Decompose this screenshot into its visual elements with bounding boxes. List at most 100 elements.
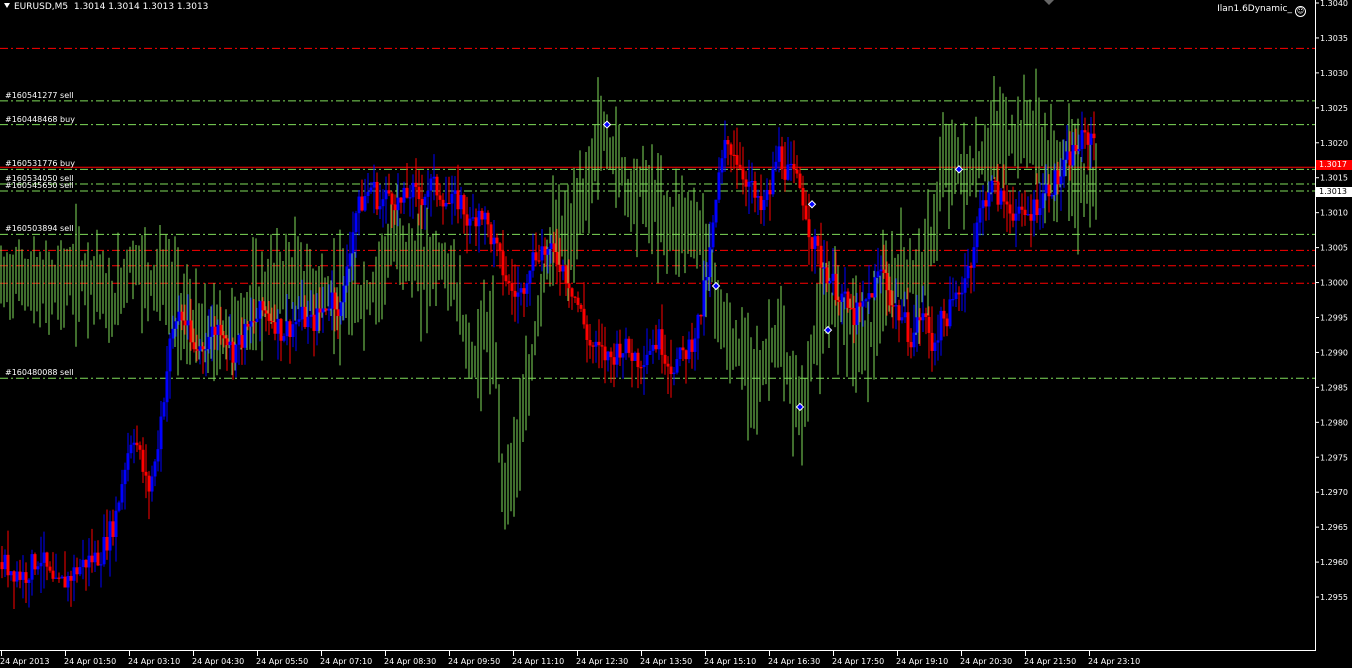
time-axis-label: 24 Apr 13:50 [640, 657, 692, 666]
candle-body [39, 562, 43, 567]
candle-body [171, 328, 175, 339]
candle-body [345, 266, 349, 286]
candle-body [1086, 132, 1090, 145]
candle-body [1026, 214, 1030, 216]
candle-body [546, 249, 550, 255]
candle-body [753, 181, 757, 198]
candle-body [336, 309, 340, 316]
candle-body [1092, 133, 1096, 139]
time-axis-label: 24 Apr 01:50 [64, 657, 116, 666]
candle-body [465, 214, 469, 226]
candle-body [780, 146, 784, 170]
candle-body [792, 163, 796, 170]
price-axis-label: 1.2975 [1320, 453, 1348, 462]
candle-body [96, 552, 100, 566]
candle-body [918, 317, 922, 321]
expert-advisor-name[interactable]: Ilan1.6Dynamic_ ☺ [1217, 4, 1306, 17]
candle-body [1074, 144, 1078, 152]
candle-body [600, 345, 604, 347]
candle-body [276, 318, 280, 334]
candle-body [693, 338, 697, 352]
candle-body [687, 339, 691, 360]
candle-body [594, 341, 598, 347]
candle-body [525, 283, 529, 294]
ohlc-values: 1.3014 1.3014 1.3013 1.3013 [73, 2, 209, 12]
chart-window[interactable]: 1.3040 1.3035 1.3030 1.3025 1.3020 1.3015 1.30… [0, 0, 1352, 668]
bid-price-badge: 1.3017 [1316, 159, 1352, 170]
candle-body [432, 176, 436, 179]
price-chart[interactable]: 1.3040 1.3035 1.3030 1.3025 1.3020 1.3015 1.30… [0, 0, 1352, 668]
candle-body [264, 310, 268, 314]
candle-body [795, 169, 799, 174]
candle-body [861, 301, 865, 307]
candle-body [573, 296, 577, 298]
candle-body [741, 168, 745, 180]
candle-body [225, 338, 229, 346]
candle-body [81, 559, 85, 568]
candle-body [567, 283, 571, 289]
candle-body [408, 197, 412, 199]
ask-price-badge: 1.3013 [1316, 186, 1352, 197]
candle-body [1062, 159, 1066, 177]
candle-body [84, 559, 88, 568]
candle-body [639, 367, 643, 369]
candle-body [246, 323, 250, 327]
price-axis-label: 1.2970 [1320, 488, 1348, 497]
candle-body [750, 181, 754, 183]
candle-body [606, 351, 610, 361]
order-label: #160448468 buy [5, 114, 75, 124]
candle-body [963, 278, 967, 293]
candle-body [843, 291, 847, 294]
candle-body [549, 243, 553, 250]
candle-body [621, 353, 625, 358]
candle-body [978, 208, 982, 223]
candle-body [78, 567, 82, 575]
candle-body [813, 236, 817, 249]
candle-body [504, 275, 508, 282]
candle-body [960, 292, 964, 295]
candle-body [849, 307, 853, 310]
price-axis-label: 1.3000 [1320, 279, 1348, 288]
candle-body [366, 191, 370, 197]
candle-body [855, 302, 859, 325]
candle-body [15, 571, 19, 582]
candle-body [507, 281, 511, 283]
candle-body [561, 266, 565, 272]
candle-body [1017, 206, 1021, 214]
candle-body [699, 314, 703, 317]
candle-body [909, 341, 913, 348]
candle-body [99, 564, 103, 566]
candle-body [765, 189, 769, 200]
candle-body [111, 521, 115, 537]
candle-body [777, 146, 781, 162]
candle-body [318, 308, 322, 313]
candle-body [180, 311, 184, 321]
candle-body [495, 237, 499, 244]
candle-body [906, 312, 910, 342]
candle-body [714, 199, 718, 223]
candle-body [1023, 209, 1027, 215]
candle-body [189, 320, 193, 343]
candle-body [948, 299, 952, 327]
candle-body [375, 181, 379, 210]
candle-body [354, 213, 358, 233]
candle-body [45, 552, 49, 567]
candle-body [51, 570, 55, 579]
shift-marker-icon[interactable] [1044, 0, 1054, 5]
candle-body [447, 202, 451, 205]
time-axis-label: 24 Apr 16:30 [768, 657, 820, 666]
candle-body [837, 300, 841, 302]
candle-body [1005, 201, 1009, 205]
candle-body [930, 332, 934, 351]
candle-body [690, 339, 694, 352]
candle-body [825, 267, 829, 284]
time-axis-label: 24 Apr 12:30 [576, 657, 628, 666]
candle-body [747, 181, 751, 187]
candle-body [1020, 206, 1024, 210]
candle-body [36, 566, 40, 570]
dropdown-triangle-icon[interactable] [4, 3, 10, 8]
candle-body [1008, 204, 1012, 214]
candle-body [165, 371, 169, 403]
candle-body [816, 236, 820, 246]
candle-body [9, 571, 13, 576]
